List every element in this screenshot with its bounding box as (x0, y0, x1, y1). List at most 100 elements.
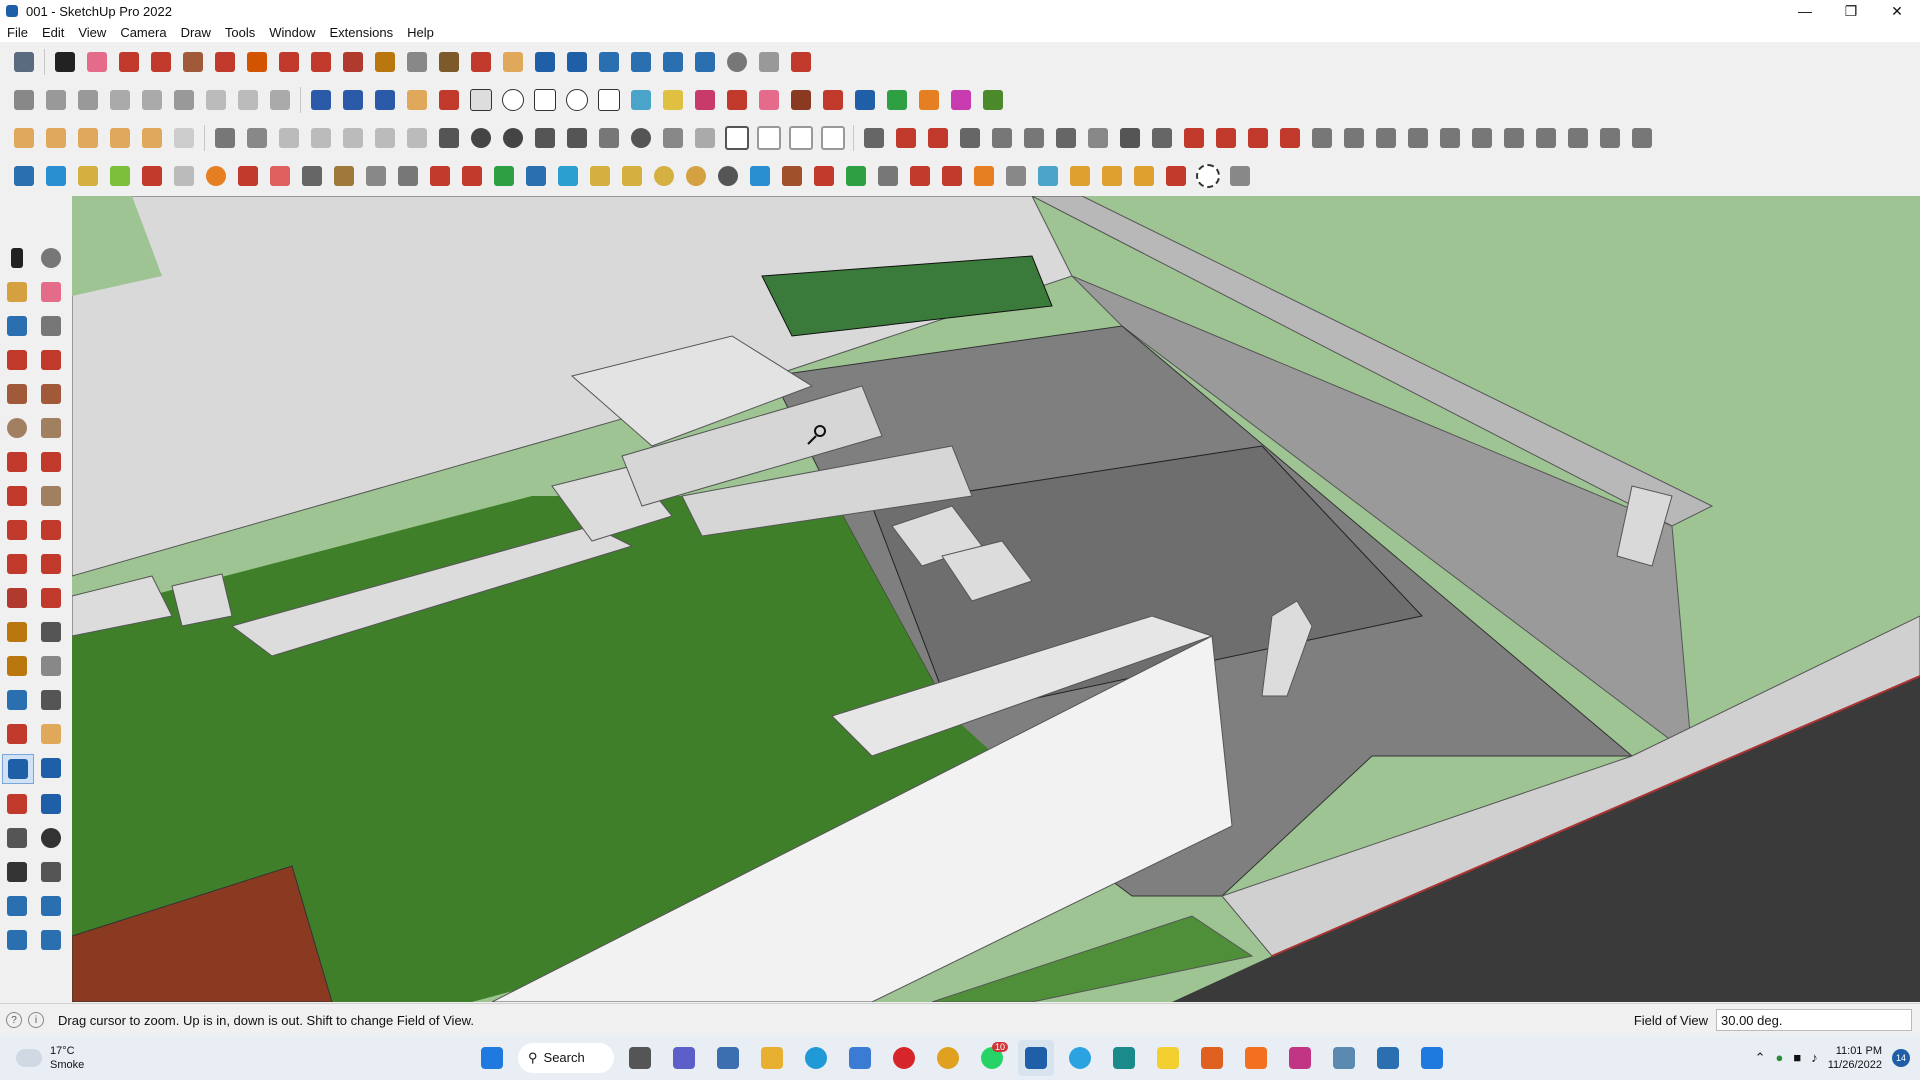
soundcloud-icon[interactable] (1238, 1040, 1274, 1076)
tool-q-icon[interactable] (1372, 124, 1400, 152)
menu-view[interactable]: View (71, 25, 113, 40)
calculator-icon[interactable] (710, 1040, 746, 1076)
menu-edit[interactable]: Edit (35, 25, 71, 40)
outer-shell-icon[interactable] (211, 124, 239, 152)
rotated-rectangle-icon[interactable] (36, 380, 66, 408)
tool-e-icon[interactable] (988, 124, 1016, 152)
line-tool-icon[interactable] (435, 86, 463, 114)
curve-icon[interactable] (627, 86, 655, 114)
store-icon[interactable] (842, 1040, 878, 1076)
eraser-tool-icon[interactable] (36, 278, 66, 306)
plugin-35-icon[interactable] (1098, 162, 1126, 190)
style-2-icon[interactable] (307, 124, 335, 152)
search-button[interactable]: ⚲ Search (518, 1042, 614, 1073)
section-cut-icon[interactable] (339, 86, 367, 114)
push-pull-tool-icon[interactable] (36, 516, 66, 544)
follow-me-tool-icon[interactable] (36, 550, 66, 578)
app-photo-icon[interactable] (1326, 1040, 1362, 1076)
hand-icon[interactable] (435, 124, 463, 152)
offset-icon[interactable] (36, 584, 66, 612)
arc-3-icon[interactable] (2, 482, 32, 510)
plugin-5-icon[interactable] (138, 162, 166, 190)
window-2-icon[interactable] (755, 124, 783, 152)
fog-icon[interactable] (499, 124, 527, 152)
tape-tool-icon[interactable] (2, 618, 32, 646)
plugin-17-icon[interactable] (522, 162, 550, 190)
orbit-tool-icon[interactable] (2, 720, 32, 748)
layout-tool-icon[interactable] (2, 926, 32, 954)
plugin-27-icon[interactable] (842, 162, 870, 190)
pan-tool-icon[interactable] (36, 720, 66, 748)
tray-chevron-icon[interactable]: ⌃ (1755, 1050, 1766, 1066)
window-1-icon[interactable] (723, 124, 751, 152)
extrude-icon[interactable] (787, 86, 815, 114)
zoom-icon[interactable] (531, 48, 559, 76)
menu-window[interactable]: Window (262, 25, 322, 40)
circle-icon[interactable] (499, 86, 527, 114)
menu-tools[interactable]: Tools (218, 25, 262, 40)
app-tools-icon[interactable] (1370, 1040, 1406, 1076)
position-camera-icon[interactable] (2, 824, 32, 852)
plugin-4-icon[interactable] (106, 162, 134, 190)
axis-magenta-icon[interactable] (947, 86, 975, 114)
plugin-21-icon[interactable] (650, 162, 678, 190)
polygon-tool-icon[interactable] (36, 414, 66, 442)
fov-value-input[interactable]: 30.00 deg. (1716, 1009, 1912, 1031)
info-icon[interactable]: i (28, 1012, 44, 1028)
follow-me-icon[interactable] (243, 48, 271, 76)
arc-icon[interactable] (147, 48, 175, 76)
paint-icon[interactable] (2, 278, 32, 306)
clock[interactable]: 11:01 PM 11/26/2022 (1828, 1044, 1882, 1072)
plugin-34-icon[interactable] (1066, 162, 1094, 190)
plugin-11-icon[interactable] (330, 162, 358, 190)
plugin-7-icon[interactable] (202, 162, 230, 190)
solid-trim-icon[interactable] (106, 124, 134, 152)
close-button[interactable]: ✕ (1874, 0, 1920, 22)
select-tool-icon[interactable] (2, 244, 32, 272)
tool-f-icon[interactable] (1020, 124, 1048, 152)
component-icon[interactable] (2, 312, 32, 340)
protractor-icon[interactable] (2, 652, 32, 680)
menu-camera[interactable]: Camera (113, 25, 173, 40)
solid-intersect-icon[interactable] (42, 124, 70, 152)
pie-icon[interactable] (36, 482, 66, 510)
scale-tool-icon[interactable] (2, 584, 32, 612)
plugin-9-icon[interactable] (266, 162, 294, 190)
plugin-24-icon[interactable] (746, 162, 774, 190)
move-icon[interactable] (275, 48, 303, 76)
plugin-15-icon[interactable] (458, 162, 486, 190)
scale-icon[interactable] (339, 48, 367, 76)
extension-warehouse-icon[interactable] (627, 48, 655, 76)
style-5-icon[interactable] (403, 124, 431, 152)
edge-icon[interactable] (798, 1040, 834, 1076)
menu-draw[interactable]: Draw (174, 25, 218, 40)
zoom-extents-tool-icon[interactable] (2, 790, 32, 818)
tool-k-icon[interactable] (1180, 124, 1208, 152)
weather-widget[interactable]: 17°C Smoke (16, 1044, 84, 1072)
weld-icon[interactable] (691, 86, 719, 114)
app-orange-icon[interactable] (1194, 1040, 1230, 1076)
tool-p-icon[interactable] (1340, 124, 1368, 152)
app-teal-icon[interactable] (1106, 1040, 1142, 1076)
window-3-icon[interactable] (787, 124, 815, 152)
section-tool-icon[interactable] (36, 858, 66, 886)
rectangle-icon[interactable] (179, 48, 207, 76)
volume-icon[interactable]: ♪ (1811, 1050, 1818, 1065)
plugin-19-icon[interactable] (586, 162, 614, 190)
zoom-extents-icon[interactable] (563, 48, 591, 76)
plugin-30-icon[interactable] (938, 162, 966, 190)
solid-shell-icon[interactable] (170, 124, 198, 152)
menu-extensions[interactable]: Extensions (323, 25, 401, 40)
text-icon[interactable] (403, 48, 431, 76)
tool-r-icon[interactable] (1404, 124, 1432, 152)
file-explorer-icon[interactable] (754, 1040, 790, 1076)
tag-icon[interactable] (403, 86, 431, 114)
arc-tool-icon[interactable] (2, 448, 32, 476)
axis-green-icon[interactable] (883, 86, 911, 114)
axis-orange-icon[interactable] (915, 86, 943, 114)
orbit-icon[interactable] (467, 48, 495, 76)
solid-subtract-icon[interactable] (74, 124, 102, 152)
zoom-window-icon[interactable] (10, 48, 38, 76)
camera-2-icon[interactable] (563, 124, 591, 152)
fillet-icon[interactable] (723, 86, 751, 114)
